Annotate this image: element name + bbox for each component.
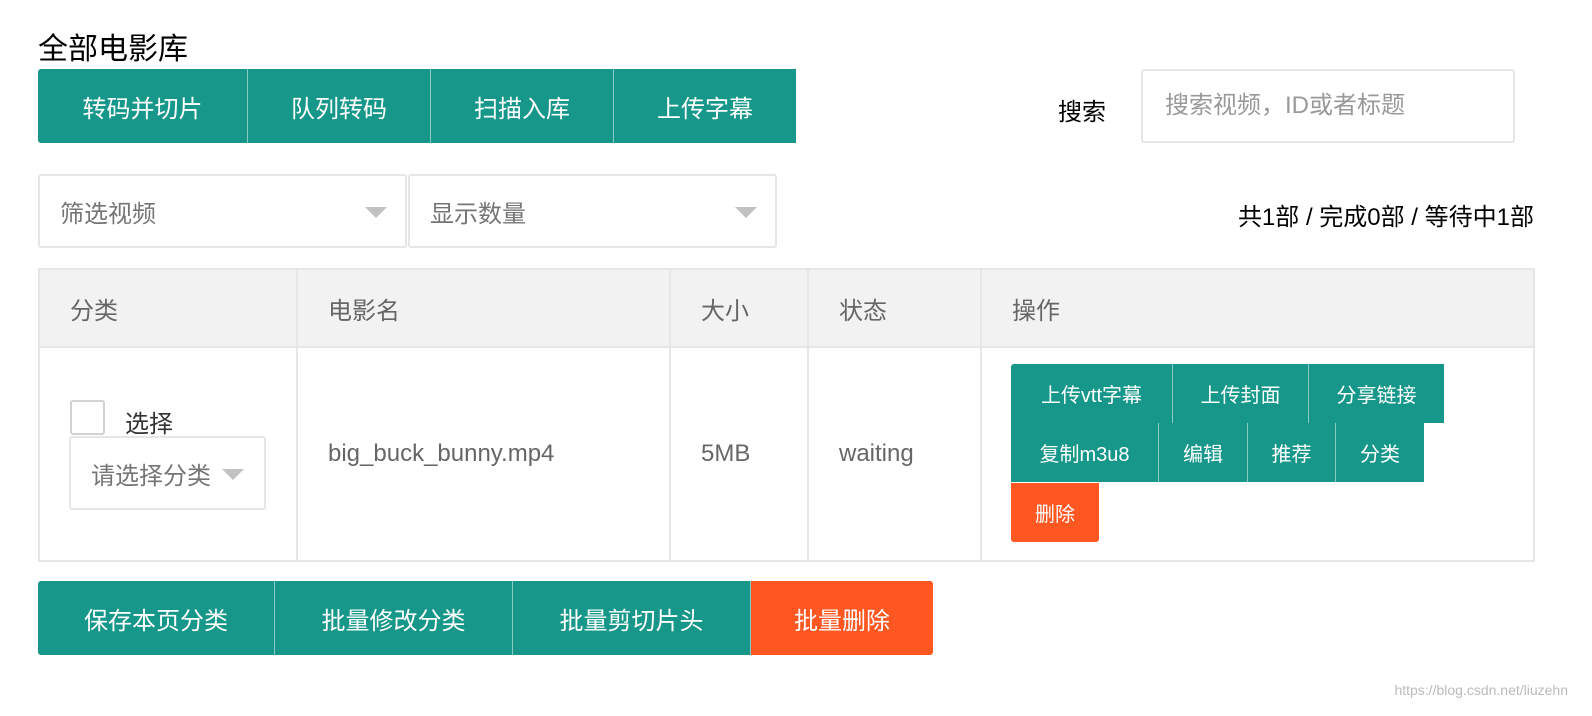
filter-video-select[interactable]: 筛选视频 bbox=[38, 174, 407, 248]
table-header: 分类 电影名 大小 状态 操作 bbox=[38, 268, 1535, 348]
chevron-down-icon bbox=[222, 469, 244, 480]
share-link-button[interactable]: 分享链接 bbox=[1309, 364, 1444, 423]
header-name: 电影名 bbox=[296, 268, 671, 348]
search-label: 搜索 bbox=[1058, 99, 1106, 126]
stats-text: 共1部 / 完成0部 / 等待中1部 bbox=[1237, 204, 1534, 231]
transcode-slice-button[interactable]: 转码并切片 bbox=[38, 69, 248, 143]
recommend-button[interactable]: 推荐 bbox=[1248, 423, 1336, 482]
header-size: 大小 bbox=[669, 268, 809, 348]
batch-edit-category-button[interactable]: 批量修改分类 bbox=[275, 581, 513, 655]
batch-delete-button[interactable]: 批量删除 bbox=[751, 581, 933, 655]
display-count-select[interactable]: 显示数量 bbox=[408, 174, 777, 248]
filter-video-label: 筛选视频 bbox=[60, 200, 156, 228]
size-cell: 5MB bbox=[669, 346, 809, 562]
scan-import-button[interactable]: 扫描入库 bbox=[431, 69, 614, 143]
status-cell: waiting bbox=[807, 346, 982, 562]
category-button[interactable]: 分类 bbox=[1336, 423, 1424, 482]
watermark: https://blog.csdn.net/liuzehn bbox=[1394, 682, 1568, 698]
page-title: 全部电影库 bbox=[38, 33, 188, 66]
copy-m3u8-button[interactable]: 复制m3u8 bbox=[1011, 423, 1159, 482]
select-label: 选择 bbox=[125, 411, 173, 438]
header-actions: 操作 bbox=[980, 268, 1535, 348]
category-select-label: 请选择分类 bbox=[91, 462, 211, 490]
edit-button[interactable]: 编辑 bbox=[1159, 423, 1248, 482]
header-status: 状态 bbox=[807, 268, 982, 348]
upload-subtitle-button[interactable]: 上传字幕 bbox=[614, 69, 796, 143]
chevron-down-icon bbox=[365, 207, 387, 218]
batch-cut-intro-button[interactable]: 批量剪切片头 bbox=[513, 581, 751, 655]
queue-transcode-button[interactable]: 队列转码 bbox=[248, 69, 431, 143]
save-page-category-button[interactable]: 保存本页分类 bbox=[38, 581, 275, 655]
delete-button[interactable]: 删除 bbox=[1011, 483, 1099, 542]
search-input[interactable] bbox=[1141, 69, 1515, 143]
header-category: 分类 bbox=[38, 268, 298, 348]
upload-cover-button[interactable]: 上传封面 bbox=[1173, 364, 1309, 423]
display-count-label: 显示数量 bbox=[430, 200, 526, 228]
category-select[interactable]: 请选择分类 bbox=[69, 436, 266, 510]
upload-vtt-button[interactable]: 上传vtt字幕 bbox=[1011, 364, 1173, 423]
name-cell: big_buck_bunny.mp4 bbox=[296, 346, 671, 562]
chevron-down-icon bbox=[735, 207, 757, 218]
select-checkbox[interactable] bbox=[70, 400, 105, 435]
